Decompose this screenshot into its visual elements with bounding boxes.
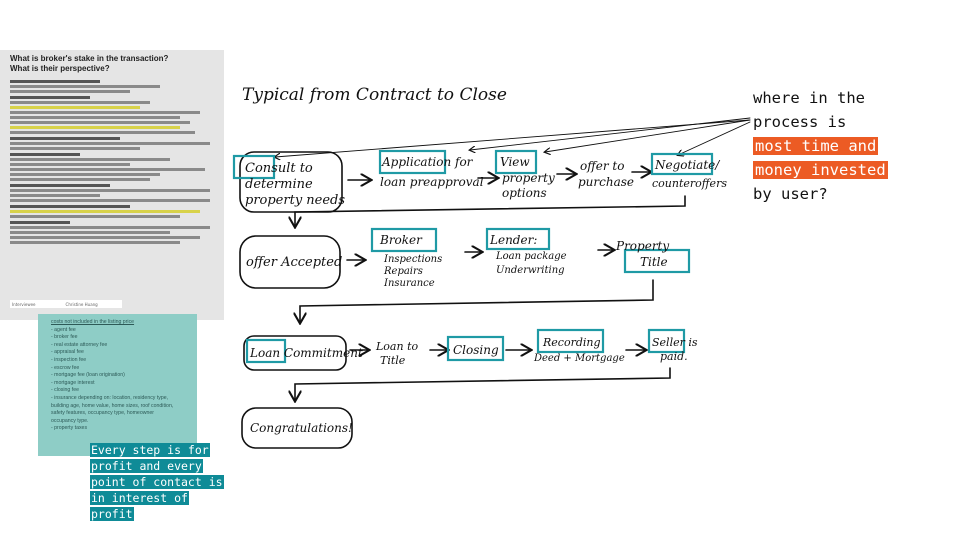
recording-label-1: Recording [542,336,601,349]
profit-line: profit and every [90,459,203,473]
loan-title-label-1: Loan to [375,340,418,353]
seller-label-2: paid. [660,350,688,363]
loan-title-label-2: Title [380,354,406,367]
commitment-label: Loan Commitment [249,346,363,360]
broker-label-4: Insurance [383,278,435,289]
profit-line: Every step is for [90,443,210,457]
question-highlight: money invested [753,161,888,179]
view-label-1: View [500,155,530,169]
offer-label-1: offer to [580,159,624,173]
diagram-title: Typical from Contract to Close [242,85,507,105]
negotiate-label-1: Negotiate/ [654,158,721,172]
view-label-3: options [502,186,547,200]
offer-label-2: purchase [578,175,634,189]
question-highlight: most time and [753,137,879,155]
consult-label-2: determine [245,177,313,192]
view-label-2: property [502,171,555,185]
closing-label: Closing [453,343,499,357]
lender-label-1: Lender: [489,233,537,247]
broker-label-1: Broker [379,233,423,247]
negotiate-label-2: counteroffers [652,177,727,190]
consult-label-1: Consult to [245,161,313,176]
lender-label-2: Loan package [495,251,567,262]
profit-line: in interest of [90,491,189,505]
title-label-2: Title [640,255,668,269]
question-line: by user? [753,185,828,203]
seller-label-1: Seller is [652,336,698,349]
broker-label-3: Repairs [383,266,423,277]
question-line: process is [753,113,847,131]
broker-label-2: Inspections [383,254,442,265]
lender-label-3: Underwriting [496,265,565,276]
question-line: where in the [753,89,865,107]
application-label-1: Application for [381,155,474,169]
recording-label-2: Deed + Mortgage [533,353,625,364]
question-note: where in the process is most time and mo… [753,86,953,206]
accepted-label: offer Accepted [246,255,342,270]
congrats-label: Congratulations! [250,421,353,435]
profit-note: Every step is for profit and every point… [90,442,240,522]
profit-line: point of contact is [90,475,224,489]
application-label-2: loan preapproval [380,175,484,189]
consult-label-3: property needs [245,193,345,208]
profit-line: profit [90,507,134,521]
title-label-1: Property [615,239,669,253]
